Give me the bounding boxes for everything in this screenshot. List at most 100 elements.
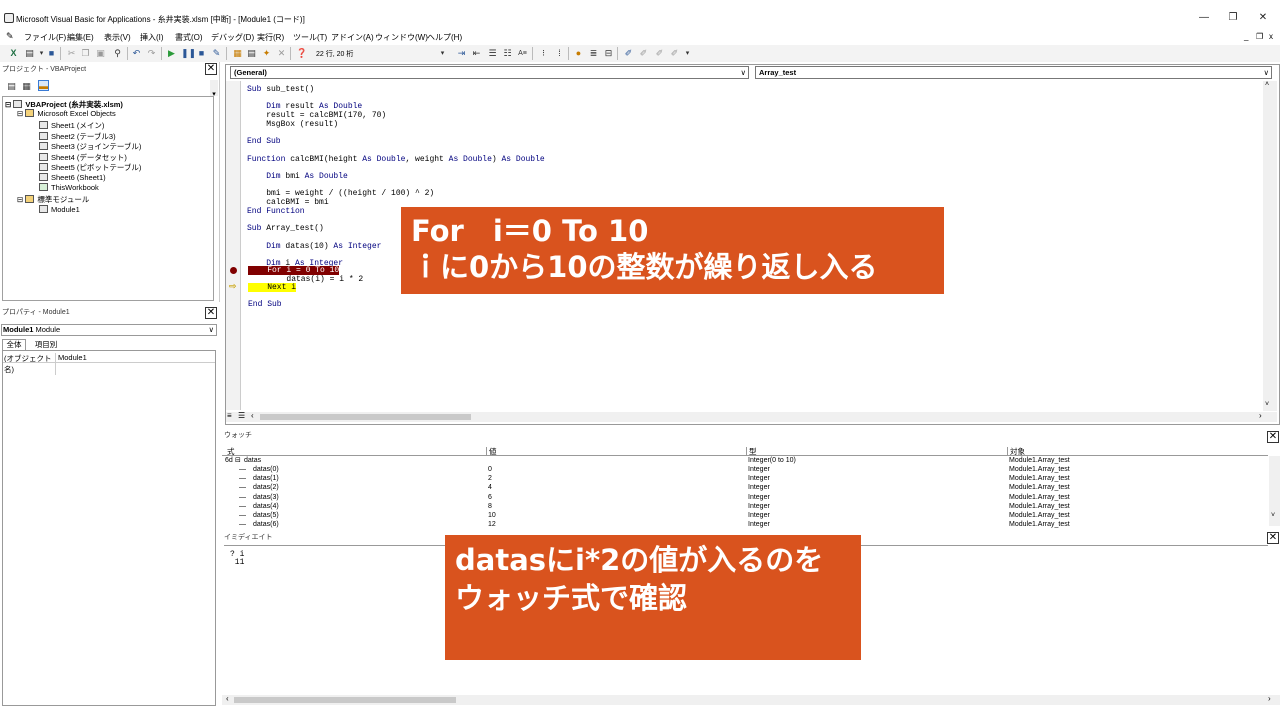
code-line[interactable]: Function calcBMI(height As Double, weigh… bbox=[247, 155, 545, 164]
code-line[interactable]: End Function bbox=[247, 207, 305, 216]
scroll-left-icon[interactable]: ‹ bbox=[226, 694, 229, 703]
indent-icon[interactable]: ⇥ bbox=[456, 48, 467, 59]
scroll-right-icon[interactable]: › bbox=[1268, 694, 1271, 703]
mdi-minimize-button[interactable]: _ bbox=[1244, 32, 1248, 41]
comment-block-icon[interactable]: ⁝ bbox=[538, 48, 549, 59]
code-line-endsub[interactable]: End Sub bbox=[248, 300, 282, 309]
tree-folder-modules[interactable]: ⊟ 標準モジュール bbox=[17, 194, 89, 205]
object-combo[interactable]: (General) ∨ bbox=[230, 66, 749, 79]
scroll-thumb[interactable] bbox=[234, 697, 456, 703]
edit-toolbar-options-icon[interactable]: ▾ bbox=[682, 48, 693, 59]
watch-row[interactable]: — datas(2) 4 Integer Module1.Array_test bbox=[222, 483, 1268, 492]
code-line[interactable]: Dim bmi As Double bbox=[247, 172, 348, 181]
mdi-close-button[interactable]: x bbox=[1269, 32, 1273, 41]
tab-category[interactable]: 項目別 bbox=[29, 340, 63, 350]
scroll-up-icon[interactable]: ˄ bbox=[1265, 81, 1269, 88]
menu-addins[interactable]: アドイン(A) bbox=[331, 32, 374, 43]
code-margin[interactable] bbox=[226, 81, 241, 410]
menu-help[interactable]: ヘルプ(H) bbox=[427, 32, 462, 43]
watch-vscroll[interactable]: ˅ bbox=[1269, 456, 1280, 526]
watch-row[interactable]: — datas(1) 2 Integer Module1.Array_test bbox=[222, 474, 1268, 483]
toggle-breakpoint-icon[interactable]: ● bbox=[573, 48, 584, 59]
tree-item-thisworkbook[interactable]: ThisWorkbook bbox=[39, 183, 99, 192]
scroll-thumb[interactable] bbox=[260, 414, 471, 420]
code-line[interactable]: Dim datas(10) As Integer bbox=[247, 242, 381, 251]
menu-debug[interactable]: デバッグ(D) bbox=[211, 32, 254, 43]
scroll-left-icon[interactable]: ‹ bbox=[251, 411, 254, 420]
reset-icon[interactable]: ■ bbox=[196, 48, 207, 59]
find-icon[interactable]: ⚲ bbox=[112, 48, 123, 59]
outdent-icon[interactable]: ⇤ bbox=[471, 48, 482, 59]
collapse-icon[interactable]: ⊟ bbox=[17, 109, 23, 118]
toolbar-options-icon[interactable]: ▾ bbox=[437, 48, 448, 59]
insert-module-icon[interactable]: ▤ bbox=[24, 48, 35, 59]
paste-icon[interactable]: ▣ bbox=[95, 48, 106, 59]
code-line-for[interactable]: For i = 0 To 10 bbox=[248, 266, 340, 275]
pause-icon[interactable]: ❚❚ bbox=[181, 48, 196, 59]
immediate-hscroll[interactable]: ‹ › bbox=[222, 694, 1280, 705]
menu-insert[interactable]: 挿入(I) bbox=[140, 32, 164, 43]
scroll-right-icon[interactable]: › bbox=[1259, 411, 1262, 420]
tree-item-module1[interactable]: Module1 bbox=[39, 205, 80, 214]
save-icon[interactable]: ■ bbox=[46, 48, 57, 59]
param-info-icon[interactable]: ⊟ bbox=[603, 48, 614, 59]
watch-row[interactable]: — datas(0) 0 Integer Module1.Array_test bbox=[222, 465, 1268, 474]
quick-info-icon[interactable]: A≡ bbox=[517, 48, 528, 59]
tree-item-sheet4[interactable]: Sheet4 (データセット) bbox=[39, 152, 127, 163]
next-bookmark-icon[interactable]: ✐ bbox=[638, 48, 649, 59]
redo-icon[interactable]: ↷ bbox=[146, 48, 157, 59]
code-vscroll[interactable]: ˄ ˅ bbox=[1263, 81, 1277, 411]
close-button[interactable]: ✕ bbox=[1256, 12, 1270, 24]
code-line[interactable]: Dim result As Double bbox=[247, 102, 362, 111]
toggle-bookmark-icon[interactable]: ✐ bbox=[623, 48, 634, 59]
scroll-down-icon[interactable]: ˅ bbox=[1271, 512, 1275, 519]
uncomment-block-icon[interactable]: ⁞ bbox=[554, 48, 565, 59]
procedure-combo[interactable]: Array_test ∨ bbox=[755, 66, 1272, 79]
restore-button[interactable]: ❐ bbox=[1226, 12, 1240, 24]
view-code-icon[interactable]: ▤ bbox=[6, 81, 17, 92]
toolbox-icon[interactable]: ✕ bbox=[276, 48, 287, 59]
menu-view[interactable]: 表示(V) bbox=[104, 32, 131, 43]
code-line[interactable]: Sub sub_test() bbox=[247, 85, 314, 94]
minimize-button[interactable]: — bbox=[1197, 12, 1211, 24]
previous-bookmark-icon[interactable]: ✐ bbox=[654, 48, 665, 59]
menu-format[interactable]: 書式(O) bbox=[175, 32, 203, 43]
property-value[interactable]: Module1 bbox=[58, 353, 87, 362]
list-constants-icon[interactable]: ☷ bbox=[502, 48, 513, 59]
tree-item-sheet3[interactable]: Sheet3 (ジョインテーブル) bbox=[39, 141, 141, 152]
tree-item-sheet1[interactable]: Sheet1 (メイン) bbox=[39, 120, 104, 131]
complete-word-icon[interactable]: ≣ bbox=[588, 48, 599, 59]
run-icon[interactable]: ▶ bbox=[166, 48, 177, 59]
tab-all[interactable]: 全体 bbox=[2, 339, 26, 350]
mdi-restore-button[interactable]: ❐ bbox=[1256, 32, 1263, 41]
object-select[interactable]: Module1 Module ∨ bbox=[1, 324, 217, 336]
properties-window-icon[interactable]: ▤ bbox=[246, 48, 257, 59]
scroll-down-icon[interactable]: ˅ bbox=[1265, 401, 1269, 408]
watch-close-button[interactable]: ✕ bbox=[1267, 431, 1279, 443]
header-context[interactable]: 対象 bbox=[1007, 447, 1025, 456]
vba-menu-icon[interactable]: ✎ bbox=[6, 31, 14, 42]
design-mode-icon[interactable]: ✎ bbox=[211, 48, 222, 59]
breakpoint-dot-icon[interactable] bbox=[230, 267, 237, 274]
watch-row[interactable]: — datas(4) 8 Integer Module1.Array_test bbox=[222, 502, 1268, 511]
cut-icon[interactable]: ✂ bbox=[66, 48, 77, 59]
tree-item-sheet2[interactable]: Sheet2 (テーブル3) bbox=[39, 131, 116, 142]
help-icon[interactable]: ❓ bbox=[296, 48, 307, 59]
code-line[interactable]: bmi = weight / ((height / 100) ^ 2) bbox=[247, 189, 434, 198]
header-expression[interactable]: 式 bbox=[227, 447, 235, 456]
copy-icon[interactable]: ❐ bbox=[80, 48, 91, 59]
code-line[interactable]: Sub Array_test() bbox=[247, 224, 324, 233]
properties-close-button[interactable]: ✕ bbox=[205, 307, 217, 319]
collapse-icon[interactable]: ⊟ bbox=[17, 195, 23, 204]
project-explorer-close-button[interactable]: ✕ bbox=[205, 63, 217, 75]
header-value[interactable]: 値 bbox=[486, 447, 497, 456]
menu-tools[interactable]: ツール(T) bbox=[293, 32, 327, 43]
watch-row[interactable]: — datas(3) 6 Integer Module1.Array_test bbox=[222, 493, 1268, 502]
menu-window[interactable]: ウィンドウ(W) bbox=[375, 32, 428, 43]
procedure-view-icon[interactable]: ≡ bbox=[227, 411, 232, 420]
view-object-icon[interactable]: ▦ bbox=[21, 81, 32, 92]
menu-edit[interactable]: 編集(E) bbox=[67, 32, 94, 43]
tree-folder-excel-objects[interactable]: ⊟ Microsoft Excel Objects bbox=[17, 109, 116, 118]
menu-run[interactable]: 実行(R) bbox=[257, 32, 284, 43]
collapse-icon[interactable]: ⊟ bbox=[235, 456, 241, 465]
